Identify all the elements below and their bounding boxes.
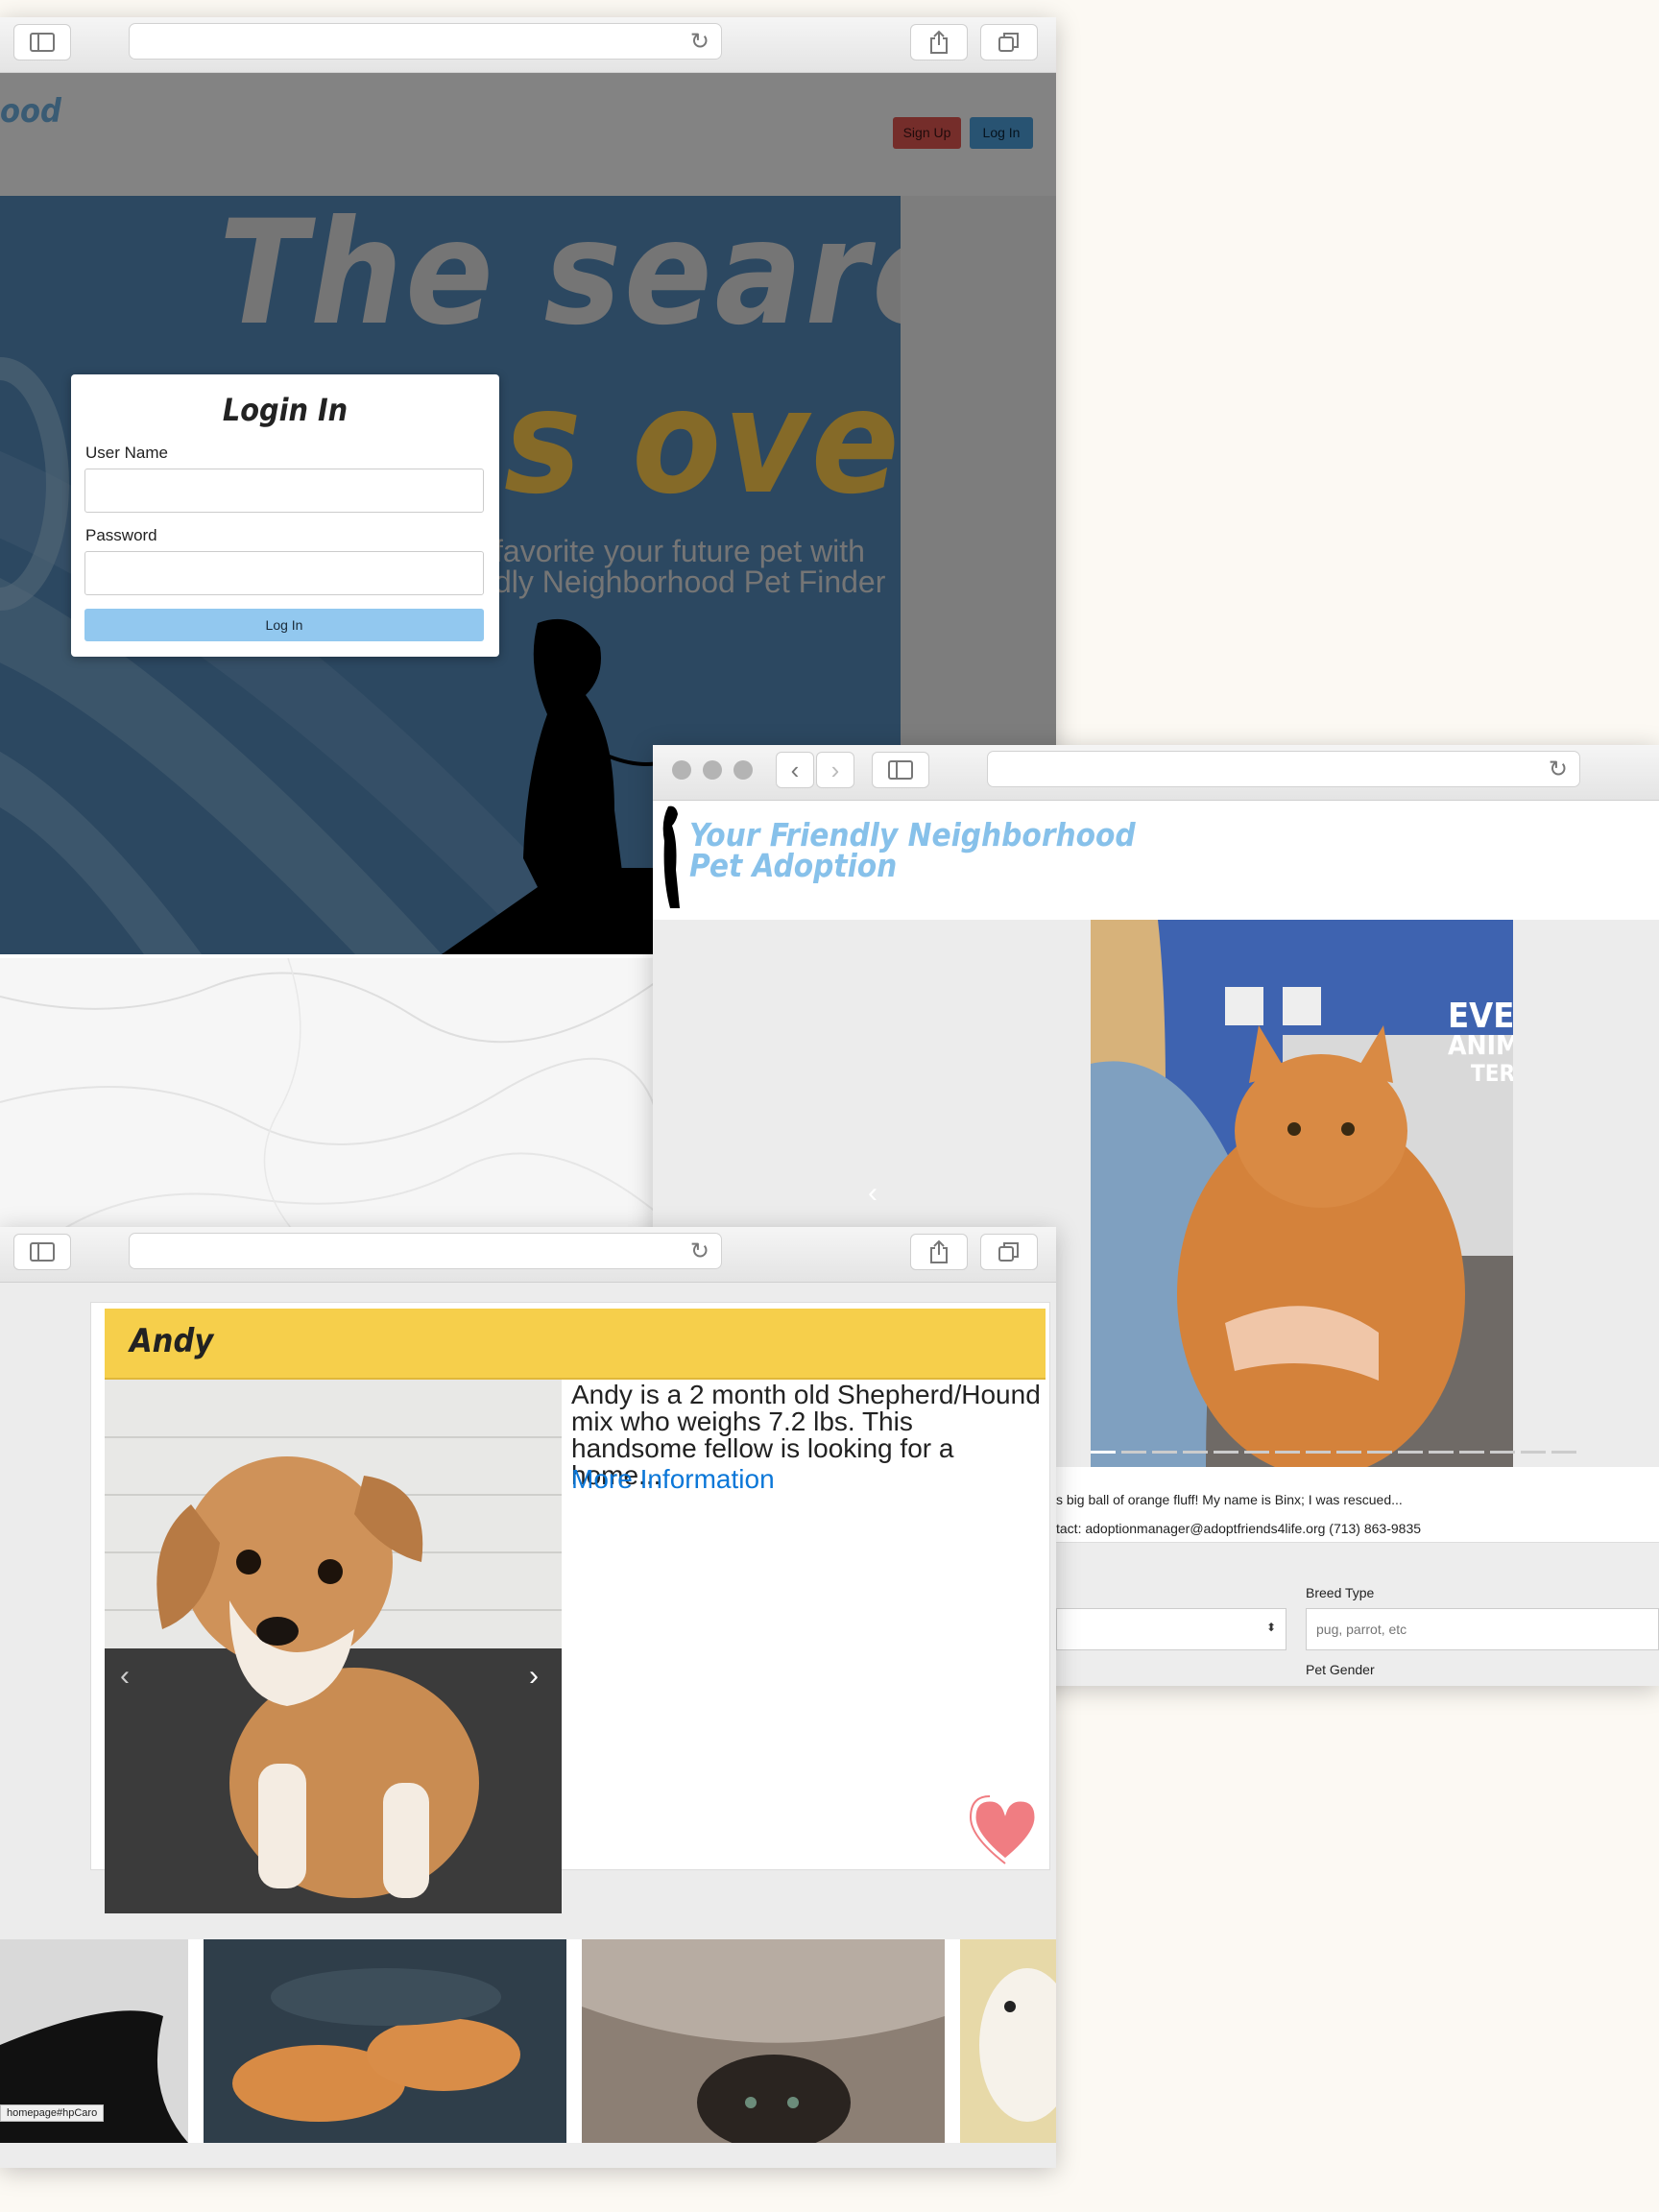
carousel-indicator[interactable] xyxy=(1367,1451,1392,1454)
window-close-dot[interactable] xyxy=(672,760,691,780)
share-button[interactable] xyxy=(910,24,968,60)
two-orange-cats-thumb xyxy=(204,1939,566,2143)
select-arrows-icon: ⬍ xyxy=(1265,1621,1276,1634)
pet-gender-label: Pet Gender xyxy=(1306,1662,1375,1677)
reload-icon[interactable]: ↻ xyxy=(690,28,709,56)
reload-icon[interactable]: ↻ xyxy=(1549,756,1568,783)
address-bar[interactable]: ↻ xyxy=(129,1233,722,1269)
sidebar-toggle-button[interactable] xyxy=(13,24,71,60)
pet-card: Andy ‹ › Andy is a 2 month old Shepherd/… xyxy=(90,1302,1050,1913)
heart-icon xyxy=(969,1795,1038,1864)
carousel-indicator[interactable] xyxy=(1091,1451,1116,1454)
tabs-overview-button[interactable] xyxy=(980,24,1038,60)
carousel-indicator[interactable] xyxy=(1429,1451,1454,1454)
carousel-prev-button[interactable]: ‹ xyxy=(868,1177,878,1210)
carousel-next-button[interactable]: › xyxy=(529,1660,539,1693)
carousel-indicator[interactable] xyxy=(1306,1451,1331,1454)
dog-silhouette-logo xyxy=(662,805,680,908)
calico-kitten-thumb xyxy=(582,1939,945,2143)
favorite-button[interactable] xyxy=(969,1792,1042,1865)
carousel-indicator[interactable] xyxy=(1183,1451,1208,1454)
share-icon xyxy=(930,1239,948,1263)
photo-sign-text-3: TER xyxy=(1471,1060,1513,1087)
reload-icon[interactable]: ↻ xyxy=(690,1238,709,1265)
breed-type-input[interactable] xyxy=(1306,1608,1659,1650)
pet-photo-andy: ‹ › xyxy=(105,1380,562,1913)
username-input[interactable] xyxy=(84,469,484,513)
sidebar-toggle-button[interactable] xyxy=(872,752,929,788)
browser-toolbar: ‹ › ↻ xyxy=(653,745,1659,801)
browser-toolbar: ↻ xyxy=(0,17,1056,73)
thumbnail-calico-kitten[interactable] xyxy=(582,1939,945,2143)
white-bird-thumb xyxy=(960,1939,1056,2143)
password-input[interactable] xyxy=(84,551,484,595)
tabs-overview-button[interactable] xyxy=(980,1234,1038,1270)
marble-texture xyxy=(0,958,662,1246)
carousel-indicator[interactable] xyxy=(1244,1451,1269,1454)
chevron-right-icon: › xyxy=(830,755,840,784)
sidebar-icon xyxy=(30,1242,55,1262)
carousel-indicator[interactable] xyxy=(1398,1451,1423,1454)
marble-background xyxy=(0,958,662,1246)
breed-type-label: Breed Type xyxy=(1306,1585,1375,1600)
carousel-indicator[interactable] xyxy=(1275,1451,1300,1454)
pet-name-bar: Andy xyxy=(105,1309,1046,1380)
username-label: User Name xyxy=(85,444,168,462)
window-minimize-dot[interactable] xyxy=(703,760,722,780)
address-bar[interactable]: ↻ xyxy=(987,751,1580,787)
carousel-indicator[interactable] xyxy=(1336,1451,1361,1454)
pet-type-select[interactable]: ⬍ xyxy=(1056,1608,1286,1650)
share-icon xyxy=(930,30,948,54)
login-modal: Login In User Name Password Log In xyxy=(71,374,499,657)
share-button[interactable] xyxy=(910,1234,968,1270)
login-submit-button[interactable]: Log In xyxy=(84,609,484,641)
forward-button[interactable]: › xyxy=(816,752,854,788)
carousel-indicator[interactable] xyxy=(1521,1451,1546,1454)
pet-name: Andy xyxy=(130,1322,214,1360)
carousel-indicators xyxy=(1091,1451,1659,1454)
carousel-indicator[interactable] xyxy=(1551,1451,1576,1454)
carousel-indicator[interactable] xyxy=(1121,1451,1146,1454)
brand-title-line2: Pet Adoption xyxy=(689,847,898,884)
more-information-link[interactable]: More Information xyxy=(571,1464,775,1495)
sidebar-icon xyxy=(30,33,55,52)
carousel-indicator[interactable] xyxy=(1214,1451,1238,1454)
sidebar-toggle-button[interactable] xyxy=(13,1234,71,1270)
photo-sign-text-2: ANIMA xyxy=(1448,1029,1513,1061)
tabs-icon xyxy=(998,1242,1019,1262)
tabs-icon xyxy=(998,33,1019,52)
pet-description: s big ball of orange fluff! My name is B… xyxy=(1056,1492,1403,1507)
address-bar[interactable]: ↻ xyxy=(129,23,722,60)
window-zoom-dot[interactable] xyxy=(733,760,753,780)
password-label: Password xyxy=(85,526,157,544)
chevron-left-icon: ‹ xyxy=(790,755,800,784)
thumbnail-bird[interactable] xyxy=(960,1939,1056,2143)
carousel-indicator[interactable] xyxy=(1459,1451,1484,1454)
pet-contact: tact: adoptionmanager@adoptfriends4life.… xyxy=(1056,1521,1422,1536)
pet-photo-binx: EVER ANIMA TER xyxy=(1091,920,1513,1467)
login-modal-title: Login In xyxy=(222,392,349,428)
status-url-tooltip: homepage#hpCaro xyxy=(0,2104,105,2122)
thumbnail-strip: homepage#hpCaro xyxy=(0,1939,1056,2143)
carousel-indicator[interactable] xyxy=(1490,1451,1515,1454)
carousel-prev-button[interactable]: ‹ xyxy=(120,1660,130,1693)
sidebar-icon xyxy=(888,760,913,780)
browser-toolbar: ↻ xyxy=(0,1227,1056,1283)
browser-window-pet-card: ↻ Andy ‹ › Andy is a 2 month old Shepher… xyxy=(0,1227,1056,2168)
thumbnail-two-cats[interactable] xyxy=(204,1939,566,2143)
back-button[interactable]: ‹ xyxy=(776,752,814,788)
site-header: Your Friendly Neighborhood Pet Adoption xyxy=(653,801,1659,921)
carousel-indicator[interactable] xyxy=(1152,1451,1177,1454)
puppy-photo xyxy=(105,1380,562,1913)
